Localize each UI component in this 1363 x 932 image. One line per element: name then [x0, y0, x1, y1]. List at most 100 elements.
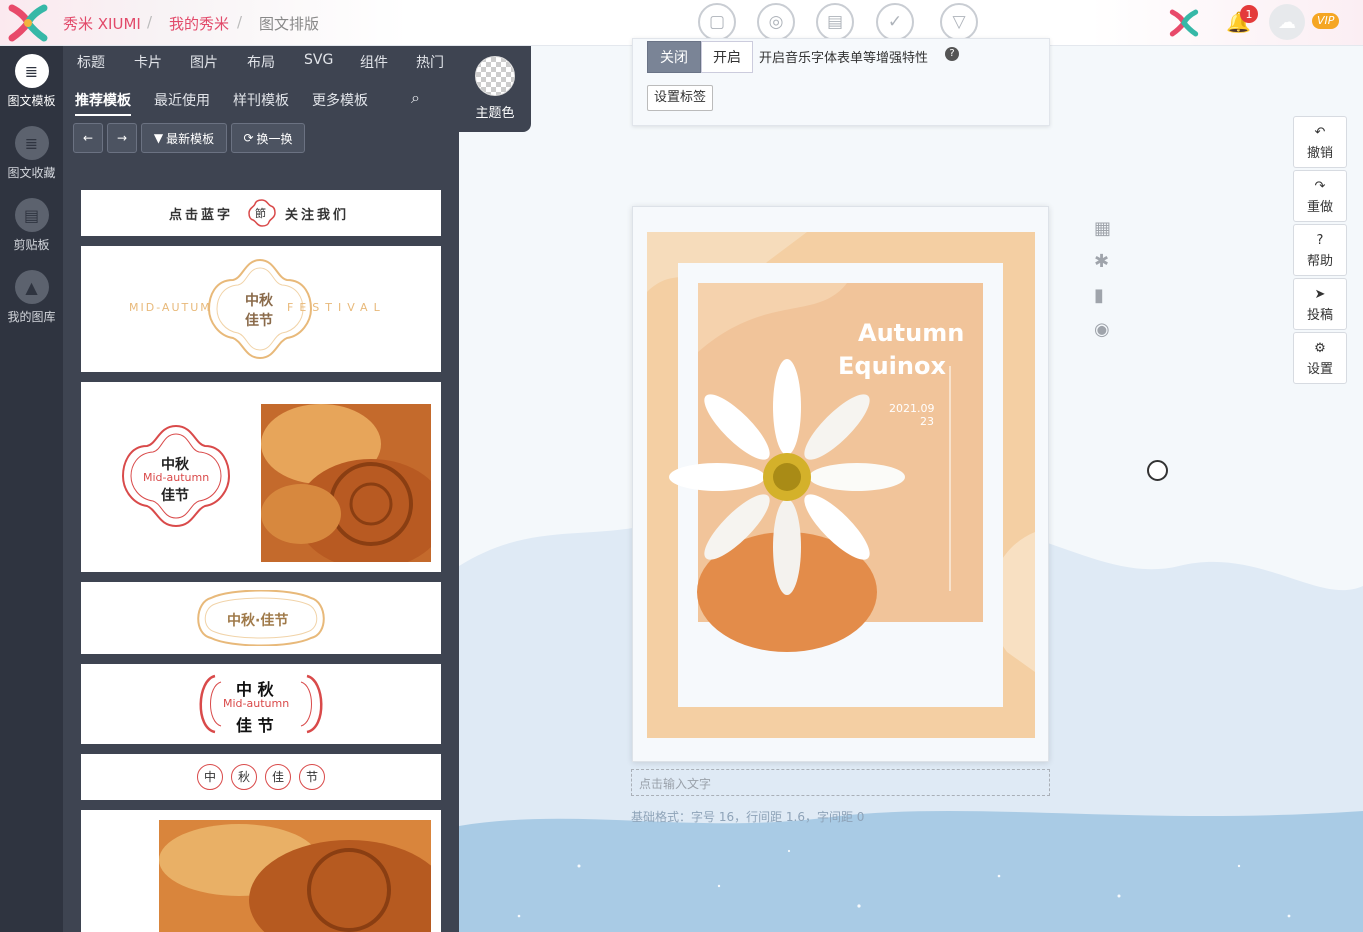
category-svg[interactable]: SVG [304, 52, 333, 68]
template-follow-us[interactable]: 点击蓝字 節 关注我们 [81, 190, 441, 236]
category-component[interactable]: 组件 [360, 52, 388, 72]
bar-chart-icon[interactable]: ▮ [1094, 285, 1104, 306]
poster-title-1: Autumn [858, 319, 965, 347]
follow-center-text: 節 [255, 207, 266, 220]
undo-button[interactable]: ↶ 撤销 [1293, 116, 1347, 168]
follow-right-text: 关注我们 [285, 208, 350, 223]
nav-label: 图文模板 [7, 94, 56, 108]
template-festival-title[interactable]: MID-AUTUMN 中秋 佳节 FESTIVAL [81, 246, 441, 372]
newest-label: 最新模板 [166, 131, 215, 146]
poster-title-2: Equinox [838, 352, 946, 380]
shuffle-button[interactable]: ⟳ 换一换 [231, 123, 305, 153]
back-button[interactable]: ← [73, 123, 103, 153]
dropdown-icon[interactable]: ▽ [940, 3, 978, 41]
arrow-left-icon: ← [82, 131, 94, 145]
toggle-description: 开启音乐字体表单等增强特性 [759, 51, 929, 66]
bracket-mid: Mid-autumn [223, 697, 290, 710]
grid-icon[interactable]: ▦ [1094, 218, 1111, 239]
cursor-indicator [1147, 460, 1168, 481]
char-badge: 佳 [265, 764, 291, 790]
poster-image[interactable] [647, 232, 1035, 738]
check-icon[interactable]: ✓ [876, 3, 914, 41]
help-icon[interactable]: ? [945, 47, 959, 61]
help-button[interactable]: ? 帮助 [1293, 224, 1347, 276]
notification-badge: 1 [1240, 5, 1258, 23]
xiumi-logo[interactable] [6, 2, 50, 44]
redo-button[interactable]: ↷ 重做 [1293, 170, 1347, 222]
template-icon: ≣ [14, 54, 49, 88]
template-mooncake-photo[interactable] [81, 810, 441, 932]
char-badge: 节 [299, 764, 325, 790]
toggle-off-button[interactable]: 关闭 [647, 41, 701, 73]
asterisk-icon[interactable]: ✱ [1094, 251, 1109, 272]
subtab-recent[interactable]: 最近使用 [154, 90, 210, 110]
help-label: 帮助 [1306, 254, 1333, 269]
nav-item-clipboard[interactable]: ▤ 剪贴板 [0, 198, 63, 253]
badge-line2: 佳节 [161, 488, 189, 504]
print-icon[interactable]: ▤ [816, 3, 854, 41]
breadcrumb-separator: / [237, 13, 243, 31]
gear-icon: ⚙ [1314, 341, 1326, 356]
help-icon: ? [1316, 233, 1324, 248]
category-layout[interactable]: 布局 [247, 52, 275, 72]
template-panel: 标题 卡片 图片 布局 SVG 组件 热门 推荐模板 最近使用 样刊模板 更多模… [63, 46, 459, 932]
undo-icon: ↶ [1314, 125, 1326, 140]
article-canvas: Autumn Equinox 2021.09 23 [632, 206, 1049, 762]
favorites-icon: ≣ [14, 126, 49, 160]
forward-button[interactable]: → [107, 123, 137, 153]
mooncake-photo [159, 820, 431, 932]
clipboard-icon: ▤ [14, 198, 49, 232]
category-card[interactable]: 卡片 [134, 52, 162, 72]
submit-button[interactable]: ➤ 投稿 [1293, 278, 1347, 330]
filter-icon: ▼ [153, 131, 164, 145]
template-char-badges[interactable]: 中 秋 佳 节 [81, 754, 441, 800]
nav-item-gallery[interactable]: ▲ 我的图库 [0, 270, 63, 325]
theme-label: 主题色 [475, 106, 515, 121]
xiumi-small-logo[interactable] [1168, 7, 1200, 39]
template-bracket-title[interactable]: 中 秋 Mid-autumn 佳 节 [81, 664, 441, 744]
article-settings-card: 关闭 开启 开启音乐字体表单等增强特性 ? 设置标签 [632, 38, 1050, 126]
arrow-right-icon: → [116, 131, 128, 145]
gallery-icon: ▲ [14, 270, 49, 304]
brand-link[interactable]: 秀米 XIUMI [63, 13, 141, 34]
redo-label: 重做 [1306, 200, 1333, 215]
preview-icon[interactable]: ◎ [757, 3, 795, 41]
theme-color-button[interactable]: 主题色 [459, 46, 531, 132]
subtab-sample[interactable]: 样刊模板 [233, 90, 289, 110]
newest-templates-button[interactable]: ▼ 最新模板 [141, 123, 227, 153]
category-image[interactable]: 图片 [190, 52, 218, 72]
nav-label: 图文收藏 [7, 166, 56, 180]
breadcrumb-separator: / [147, 13, 153, 31]
template-mooncake-badge[interactable]: 中秋 Mid-autumn 佳节 [81, 382, 441, 572]
nav-label: 我的图库 [7, 310, 56, 324]
char-badge: 秋 [231, 764, 257, 790]
submit-label: 投稿 [1306, 308, 1333, 323]
festival-right-text: FESTIVAL [287, 301, 386, 314]
festival-line2: 佳节 [245, 313, 273, 329]
send-icon: ➤ [1314, 287, 1326, 302]
nav-label: 剪贴板 [13, 238, 50, 252]
format-info: 基础格式：字号 16，行间距 1.6，字间距 0 [631, 810, 865, 824]
shuffle-label: 换一换 [256, 131, 293, 146]
eye-icon[interactable]: ◉ [1094, 319, 1110, 340]
subtab-recommended[interactable]: 推荐模板 [75, 90, 131, 116]
folder-icon[interactable]: ▢ [698, 3, 736, 41]
badge-mid: Mid-autumn [143, 471, 210, 484]
refresh-icon: ⟳ [243, 131, 254, 145]
avatar[interactable]: ☁ [1269, 4, 1305, 40]
nav-item-favorites[interactable]: ≣ 图文收藏 [0, 126, 63, 181]
text-input-area[interactable]: 点击输入文字 [631, 769, 1050, 796]
redo-icon: ↷ [1314, 179, 1326, 194]
toggle-on-button[interactable]: 开启 [701, 41, 753, 73]
poster-date-2: 23 [920, 415, 934, 428]
nav-item-templates[interactable]: ≣ 图文模板 [0, 54, 63, 109]
set-tag-button[interactable]: 设置标签 [647, 85, 714, 111]
category-hot[interactable]: 热门 [416, 52, 444, 72]
breadcrumb-my-xiumi[interactable]: 我的秀米 [169, 13, 229, 34]
char-badge: 中 [197, 764, 223, 790]
search-icon[interactable]: ⌕ [411, 88, 420, 108]
subtab-more[interactable]: 更多模板 [312, 90, 368, 110]
settings-button[interactable]: ⚙ 设置 [1293, 332, 1347, 384]
template-oval-title[interactable]: 中秋·佳节 [81, 582, 441, 654]
category-title[interactable]: 标题 [77, 52, 105, 72]
